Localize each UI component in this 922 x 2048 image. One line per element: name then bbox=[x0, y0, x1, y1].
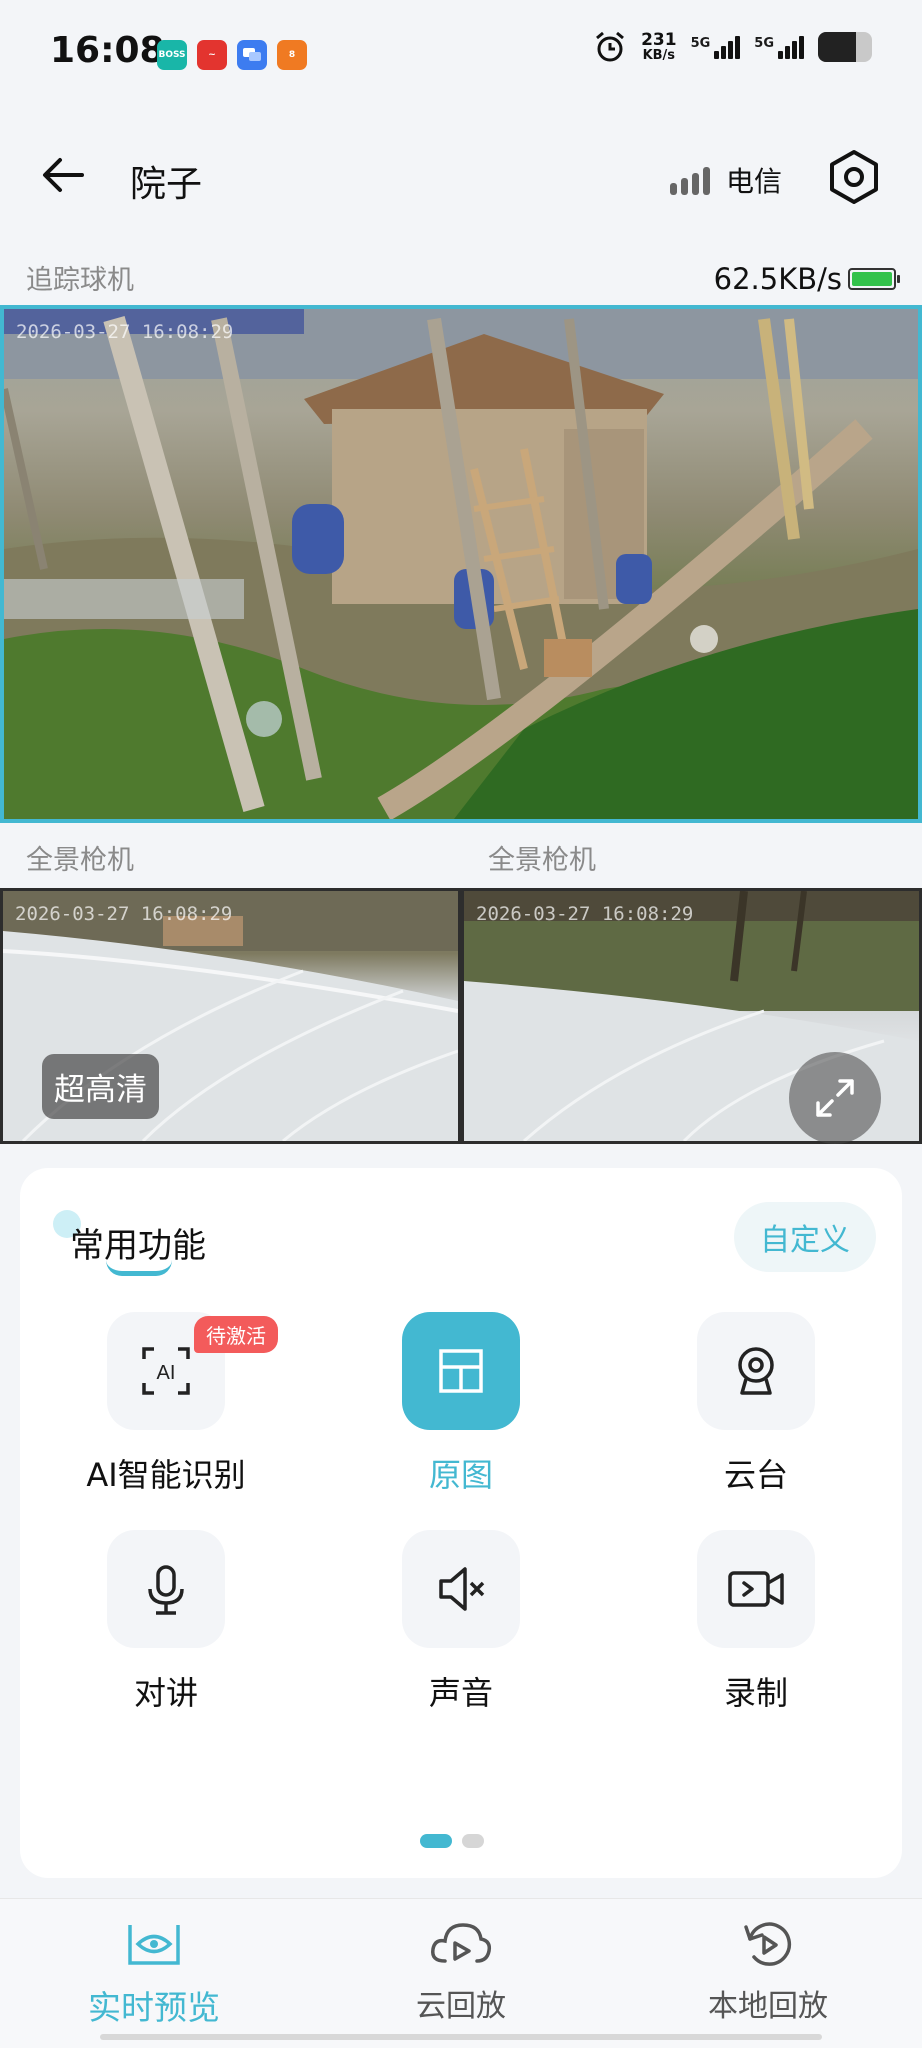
back-button[interactable] bbox=[38, 150, 88, 200]
stream-speed: 62.5KB/s bbox=[713, 262, 842, 296]
svg-text:AI: AI bbox=[157, 1362, 176, 1384]
func-label: 原图 bbox=[428, 1456, 493, 1494]
page-title: 院子 bbox=[130, 164, 203, 205]
func-ptz[interactable]: 云台 bbox=[626, 1312, 886, 1496]
nav-label: 实时预览 bbox=[88, 1988, 220, 2027]
signal-strength-icon bbox=[669, 165, 710, 195]
chat-app-icon bbox=[237, 40, 267, 70]
alarm-icon bbox=[596, 31, 625, 62]
nav-local-playback[interactable]: 本地回放 bbox=[648, 1919, 888, 2025]
func-tile bbox=[697, 1530, 815, 1648]
func-label: 声音 bbox=[428, 1674, 493, 1712]
ai-scan-icon: AI bbox=[142, 1347, 190, 1395]
func-tile bbox=[107, 1530, 225, 1648]
status-indicators: 231 KB/s 5G 5G bbox=[593, 30, 872, 64]
record-video-icon bbox=[728, 1571, 784, 1607]
pending-activation-badge: 待激活 bbox=[194, 1316, 278, 1353]
quality-badge[interactable]: 超高清 bbox=[42, 1054, 159, 1119]
main-camera-label: 追踪球机 bbox=[26, 265, 134, 296]
camera-battery-icon bbox=[848, 268, 900, 290]
main-timestamp: 2026-03-27 16:08:29 bbox=[16, 321, 234, 343]
orange-app-icon: 8 bbox=[277, 40, 307, 70]
battery-icon bbox=[818, 32, 872, 62]
func-tile bbox=[402, 1530, 520, 1648]
hexagon-settings-icon bbox=[830, 150, 878, 204]
page-dot bbox=[462, 1834, 484, 1848]
func-original[interactable]: 原图 bbox=[331, 1312, 591, 1496]
func-tile bbox=[402, 1312, 520, 1430]
signal-5g-1: 5G bbox=[691, 35, 741, 59]
boss-app-icon: BOSS bbox=[157, 40, 187, 70]
nav-label: 本地回放 bbox=[708, 1989, 828, 2024]
main-camera-feed[interactable]: 2026-03-27 16:08:29 bbox=[0, 305, 922, 823]
eye-icon bbox=[128, 1925, 180, 1965]
nav-cloud-playback[interactable]: 云回放 bbox=[341, 1919, 581, 2025]
common-functions-card: 常用功能 自定义 AI AI智能识别 待激活 原图 云台 对讲 声音 录制 bbox=[20, 1168, 902, 1878]
sub-camera-left-label: 全景枪机 bbox=[26, 845, 134, 876]
cloud-playback-icon bbox=[431, 1923, 492, 1963]
customize-button[interactable]: 自定义 bbox=[734, 1202, 876, 1272]
page-dot-active bbox=[420, 1834, 452, 1848]
yard-scene bbox=[4, 309, 918, 819]
title-underline bbox=[106, 1260, 172, 1276]
sub-camera-right-label: 全景枪机 bbox=[488, 845, 596, 876]
sub-left-timestamp: 2026-03-27 16:08:29 bbox=[15, 903, 233, 925]
nav-live-preview[interactable]: 实时预览 bbox=[34, 1919, 274, 2029]
ptz-camera-icon bbox=[738, 1347, 774, 1395]
func-sound[interactable]: 声音 bbox=[331, 1530, 591, 1714]
page-indicator bbox=[420, 1834, 484, 1848]
signal-5g-2: 5G bbox=[754, 35, 804, 59]
speaker-muted-icon bbox=[439, 1567, 485, 1611]
bottom-navigation: 实时预览 云回放 本地回放 bbox=[0, 1898, 922, 2048]
arrow-left-icon bbox=[43, 158, 84, 192]
app-header: 院子 电信 bbox=[0, 115, 922, 235]
network-speed: 231 KB/s bbox=[641, 30, 677, 63]
sub-right-timestamp: 2026-03-27 16:08:29 bbox=[476, 903, 694, 925]
red-app-icon: ~ bbox=[197, 40, 227, 70]
carrier-name: 电信 bbox=[725, 165, 782, 198]
func-record[interactable]: 录制 bbox=[626, 1530, 886, 1714]
func-tile bbox=[697, 1312, 815, 1430]
fullscreen-button[interactable] bbox=[789, 1052, 881, 1144]
func-label: AI智能识别 bbox=[86, 1456, 246, 1494]
func-intercom[interactable]: 对讲 bbox=[36, 1530, 296, 1714]
nav-label: 云回放 bbox=[416, 1989, 506, 2024]
func-label: 对讲 bbox=[133, 1674, 198, 1712]
status-bar: 16:08 BOSS ~ 8 231 KB/s 5G 5G bbox=[0, 0, 922, 110]
func-label: 云台 bbox=[723, 1456, 788, 1494]
microphone-icon bbox=[148, 1565, 184, 1615]
settings-button[interactable] bbox=[824, 147, 884, 207]
notification-apps: BOSS ~ 8 bbox=[157, 40, 307, 70]
local-playback-icon bbox=[744, 1922, 792, 1966]
expand-icon bbox=[816, 1079, 854, 1117]
layout-icon bbox=[439, 1349, 483, 1393]
carrier-signal: 电信 bbox=[669, 160, 782, 200]
func-label: 录制 bbox=[723, 1674, 788, 1712]
gesture-bar bbox=[100, 2034, 822, 2040]
status-time: 16:08 bbox=[50, 30, 165, 71]
